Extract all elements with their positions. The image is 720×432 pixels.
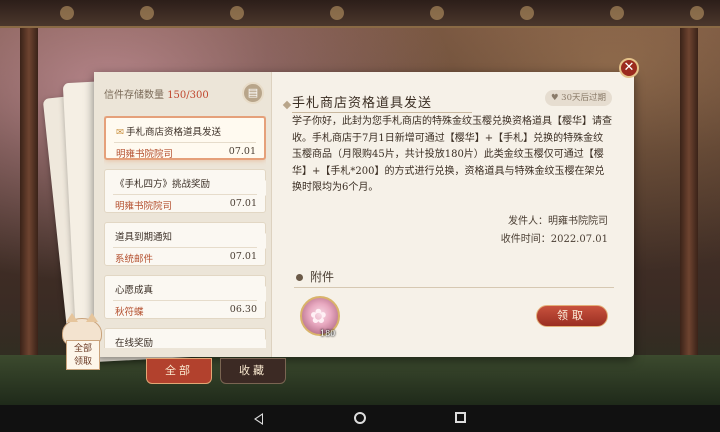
mail-list-column: 信件存储数量 150/300 ▤ ✉ 手札商店资格道具发送 明雍书院院司 07.01… [94, 72, 272, 357]
recent-apps-icon[interactable] [455, 412, 466, 423]
ground [0, 355, 720, 405]
heart-icon: ♥ [550, 93, 559, 103]
mail-sender: 明雍书院院司 [115, 201, 173, 212]
pillar [20, 28, 38, 358]
attachment-heading: 附件 [294, 268, 614, 288]
mail-body: 学子你好，此封为您手札商店的特殊金纹玉樱兑换资格道具【樱华】请查收。手札商店于7… [292, 116, 612, 193]
mail-list[interactable]: ✉ 手札商店资格道具发送 明雍书院院司 07.01 《手札四方》挑战奖励 明雍书院院… [104, 116, 266, 348]
mail-panel: 信件存储数量 150/300 ▤ ✉ 手札商店资格道具发送 明雍书院院司 07.01… [94, 72, 634, 357]
close-icon: ✕ [623, 60, 635, 75]
back-icon[interactable] [254, 413, 263, 425]
mail-item[interactable]: 在线奖励 [104, 328, 266, 348]
mail-sender-line: 发件人：明雍书院院司 [508, 216, 608, 227]
mail-detail-title: 手札商店资格道具发送 [292, 92, 432, 111]
close-button[interactable]: ✕ [619, 58, 639, 78]
mail-item[interactable]: 心愿成真 秋符蝶 06.30 [104, 275, 266, 319]
android-nav-bar [0, 405, 720, 432]
mail-item[interactable]: 道具到期通知 系统邮件 07.01 [104, 222, 266, 266]
mail-sender: 系统邮件 [115, 254, 154, 265]
claim-all-button[interactable]: 全部 领取 [60, 313, 108, 370]
home-icon[interactable] [354, 412, 366, 424]
attachment-quantity: 180 [320, 329, 336, 338]
tab-all[interactable]: 全部 [146, 358, 212, 384]
mail-title: 《手札四方》挑战奖励 [115, 179, 211, 190]
mail-title: 手札商店资格道具发送 [125, 127, 221, 138]
mail-sender: 秋符蝶 [115, 307, 144, 318]
mail-date: 07.01 [229, 198, 257, 209]
pillar [680, 28, 698, 358]
mail-title: 道具到期通知 [115, 232, 173, 243]
claim-all-line2: 领取 [73, 357, 92, 367]
storage-label: 信件存储数量 [104, 90, 164, 101]
expire-badge: ♥ 30天后过期 [544, 90, 612, 106]
mail-received-time: 收件时间：2022.07.01 [500, 234, 608, 245]
mail-date: 07.01 [228, 146, 256, 157]
archive-icon[interactable]: ▤ [242, 82, 264, 104]
top-frieze [0, 0, 720, 28]
storage-count: 150/300 [167, 90, 209, 101]
mail-date: 07.01 [229, 251, 257, 262]
mail-detail: 手札商店资格道具发送 ♥ 30天后过期 学子你好，此封为您手札商店的特殊金纹玉樱… [282, 72, 632, 357]
sakura-icon: ✿ [310, 304, 327, 328]
expire-text: 30天后过期 [561, 93, 606, 103]
storage-counter: 信件存储数量 150/300 ▤ [104, 82, 264, 104]
mail-date: 06.30 [229, 304, 257, 315]
envelope-icon: ✉ [116, 127, 124, 138]
mail-item[interactable]: 《手札四方》挑战奖励 明雍书院院司 07.01 [104, 169, 266, 213]
mail-title: 心愿成真 [115, 285, 154, 296]
mail-sender: 明雍书院院司 [116, 149, 174, 160]
claim-button[interactable]: 领取 [536, 305, 608, 327]
mail-title: 在线奖励 [115, 338, 154, 348]
tab-favorites[interactable]: 收藏 [220, 358, 286, 384]
claim-all-line1: 全部 [73, 344, 92, 354]
mail-item[interactable]: ✉ 手札商店资格道具发送 明雍书院院司 07.01 [104, 116, 266, 160]
